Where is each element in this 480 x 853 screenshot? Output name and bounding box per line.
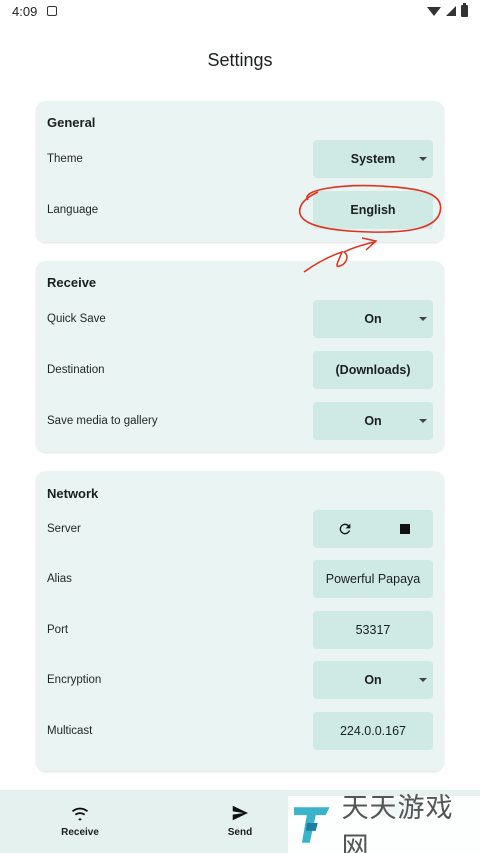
network-title: Network [47, 486, 99, 501]
encryption-dropdown[interactable]: On [313, 661, 433, 699]
status-time: 4:09 [12, 3, 38, 19]
nav-receive-label: Receive [61, 827, 99, 838]
quick-save-label: Quick Save [47, 313, 106, 325]
general-card: General Theme System Language English [36, 101, 444, 242]
multicast-field[interactable]: 224.0.0.167 [313, 712, 433, 750]
nav-send-label: Send [227, 827, 253, 838]
alias-value: Powerful Papaya [325, 572, 421, 586]
chevron-down-icon [419, 317, 427, 321]
watermark-text: 天天游戏网 [341, 792, 454, 853]
chevron-down-icon [419, 678, 427, 682]
chevron-down-icon [419, 157, 427, 161]
quick-save-value: On [364, 312, 382, 326]
encryption-label: Encryption [47, 674, 102, 686]
multicast-value: 224.0.0.167 [339, 724, 407, 738]
notification-icon [47, 6, 58, 16]
quick-save-dropdown[interactable]: On [313, 300, 433, 338]
signal-icon [446, 6, 456, 16]
page-title: Settings [207, 50, 273, 70]
save-media-dropdown[interactable]: On [313, 402, 433, 440]
general-title: General [47, 115, 96, 130]
watermark-logo-icon [293, 806, 330, 843]
send-icon [232, 805, 248, 821]
alias-label: Alias [47, 573, 72, 585]
wifi-icon [71, 807, 89, 821]
status-icons [427, 3, 468, 17]
language-label: Language [47, 204, 99, 216]
save-media-label: Save media to gallery [47, 415, 158, 427]
receive-title: Receive [47, 275, 97, 290]
port-field[interactable]: 53317 [313, 611, 433, 649]
nav-receive[interactable]: Receive [40, 790, 120, 853]
status-bar: 4:09 [0, 0, 480, 22]
theme-value: System [350, 152, 396, 166]
destination-label: Destination [47, 364, 105, 376]
network-card: Network Server Alias Powerful Papaya Por… [36, 471, 444, 771]
port-label: Port [47, 624, 69, 636]
watermark: 天天游戏网 [288, 793, 480, 853]
language-value: English [350, 203, 396, 217]
encryption-value: On [364, 673, 382, 687]
server-label: Server [47, 523, 81, 535]
multicast-label: Multicast [47, 725, 93, 737]
stop-icon[interactable] [399, 524, 410, 534]
alias-field[interactable]: Powerful Papaya [313, 560, 433, 598]
language-button[interactable]: English [313, 191, 433, 229]
destination-value: (Downloads) [335, 363, 411, 377]
theme-dropdown[interactable]: System [313, 140, 433, 178]
port-value: 53317 [355, 623, 391, 637]
wifi-icon [427, 6, 441, 16]
battery-icon [461, 3, 468, 17]
chevron-down-icon [419, 419, 427, 423]
destination-button[interactable]: (Downloads) [313, 351, 433, 389]
refresh-icon[interactable] [337, 521, 353, 537]
nav-send[interactable]: Send [200, 790, 280, 853]
server-controls [313, 510, 433, 548]
theme-label: Theme [47, 153, 83, 165]
receive-card: Receive Quick Save On Destination (Downl… [36, 261, 444, 452]
save-media-value: On [364, 414, 382, 428]
